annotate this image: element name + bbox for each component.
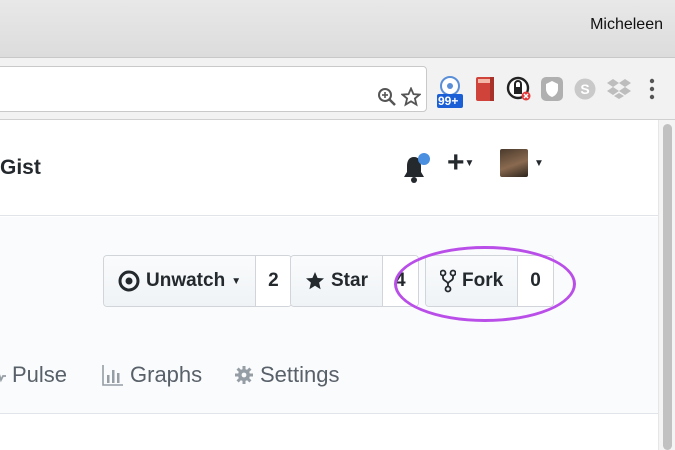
shield-extension-icon[interactable] <box>540 76 566 102</box>
tab-settings-label: Settings <box>260 362 340 387</box>
privacy-extension-icon[interactable] <box>506 76 532 102</box>
address-bar[interactable] <box>0 66 427 112</box>
plus-icon: + <box>447 146 465 179</box>
tab-pulse[interactable]: Pulse <box>0 362 67 388</box>
chrome-profile-name[interactable]: Micheleen <box>590 16 663 34</box>
fork-highlight-annotation <box>394 246 576 322</box>
browser-toolbar: 99+ S <box>0 58 675 120</box>
pulse-icon <box>0 374 6 383</box>
create-new-menu[interactable]: +▼ <box>447 148 474 178</box>
repository-nav-tabs: Pulse Graphs Settings <box>0 362 658 402</box>
red-book-extension-icon[interactable] <box>473 76 499 102</box>
graph-icon <box>102 365 123 386</box>
star-label: Star <box>331 270 368 291</box>
extension-badge-count: 99+ <box>438 94 459 108</box>
zoom-icon[interactable] <box>377 87 397 111</box>
scrollbar-thumb[interactable] <box>663 124 672 450</box>
tab-settings[interactable]: Settings <box>234 362 340 388</box>
repository-head: Unwatch ▼ 2 Star 4 Fork 0 Pulse Graphs S… <box>0 217 658 414</box>
extension-badge-icon[interactable]: 99+ <box>436 74 464 108</box>
tab-graphs[interactable]: Graphs <box>102 362 202 388</box>
watch-button-group: Unwatch ▼ 2 <box>103 255 292 307</box>
window-titlebar: Micheleen <box>0 0 675 58</box>
star-icon <box>306 272 324 290</box>
github-header: Gist +▼ ▼ <box>0 120 658 216</box>
skype-extension-icon[interactable]: S <box>573 76 599 102</box>
gear-icon <box>235 366 253 384</box>
eye-icon <box>118 270 140 292</box>
star-button[interactable]: Star <box>291 256 383 306</box>
tab-pulse-label: Pulse <box>12 362 68 387</box>
unwatch-button[interactable]: Unwatch ▼ <box>104 256 257 306</box>
chevron-down-icon: ▼ <box>464 158 475 170</box>
gist-link[interactable]: Gist <box>0 156 41 180</box>
chevron-down-icon: ▼ <box>231 275 242 287</box>
svg-text:S: S <box>580 81 589 97</box>
chrome-menu-icon[interactable] <box>646 76 658 102</box>
bookmark-star-icon[interactable] <box>400 86 422 111</box>
notifications-bell-icon[interactable] <box>402 153 432 190</box>
chevron-down-icon[interactable]: ▼ <box>534 158 544 169</box>
page-scrollbar[interactable] <box>658 120 675 450</box>
watchers-count[interactable]: 2 <box>256 256 291 306</box>
unwatch-label: Unwatch <box>146 270 226 291</box>
tab-graphs-label: Graphs <box>130 362 203 387</box>
dropbox-extension-icon[interactable] <box>606 76 632 102</box>
avatar[interactable] <box>500 149 528 177</box>
